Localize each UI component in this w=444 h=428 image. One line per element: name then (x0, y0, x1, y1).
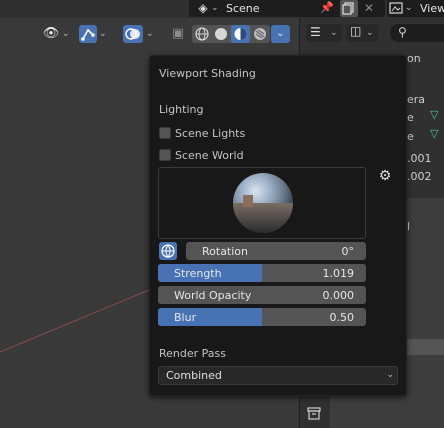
solid-sphere (215, 28, 227, 40)
camera-data-icon[interactable]: ▽ (430, 108, 438, 121)
chevron-down-icon: ⌄ (405, 3, 413, 13)
chevron-down-icon[interactable]: ⌄ (99, 27, 107, 41)
scene-icon[interactable]: ◈ (196, 1, 210, 15)
popover-title: Viewport Shading (159, 67, 256, 80)
world-opacity-label: World Opacity (174, 289, 252, 302)
eye-icon[interactable]: 👁 (42, 25, 60, 43)
rotation-label: Rotation (202, 245, 249, 258)
pin-icon[interactable]: 📌 (320, 1, 334, 15)
gizmo-icon (81, 28, 95, 41)
rendered-sphere (254, 28, 266, 40)
solid-shading-icon[interactable] (212, 25, 230, 43)
outliner-search-input[interactable]: ⚲ (390, 24, 444, 42)
overlays-icon (125, 28, 140, 40)
chevron-down-icon: ⌄ (330, 28, 338, 38)
lighting-heading: Lighting (159, 103, 204, 116)
material-sphere (234, 28, 247, 40)
scene-name-field[interactable]: Scene (226, 2, 260, 15)
view-layer-name[interactable]: View (420, 2, 444, 15)
filter-button[interactable]: ◫ ⌄ (346, 24, 378, 42)
gear-icon[interactable]: ⚙ (377, 168, 393, 184)
world-opacity-value: 0.000 (322, 289, 355, 302)
chevron-down-icon: ⌄ (366, 28, 374, 38)
material-preview-shading-icon[interactable] (231, 25, 250, 43)
new-scene-button[interactable] (340, 0, 358, 17)
archive-glyph (307, 407, 321, 420)
outliner-row-text[interactable]: e (407, 111, 414, 124)
wireframe-sphere (195, 27, 209, 41)
scene-lights-checkbox[interactable] (159, 127, 171, 139)
globe-icon (161, 244, 175, 258)
xray-toggle-icon[interactable]: ▣ (169, 25, 187, 43)
chevron-down-icon[interactable]: ⌄ (62, 27, 70, 41)
scene-world-checkbox[interactable] (159, 149, 171, 161)
outliner-row-text[interactable]: on (407, 52, 421, 65)
outliner-row-text[interactable]: e (407, 130, 414, 143)
chevron-down-icon[interactable]: ⌄ (211, 1, 219, 15)
hdri-horizon (233, 203, 293, 233)
copy-icon (342, 2, 354, 15)
render-pass-value: Combined (166, 369, 222, 382)
render-pass-label: Render Pass (159, 347, 226, 360)
blur-value: 0.50 (329, 311, 355, 324)
shading-popover-chevron-icon[interactable]: ⌄ (271, 25, 290, 43)
camera-data-icon[interactable]: ▽ (430, 127, 438, 140)
wireframe-shading-icon[interactable] (193, 25, 211, 43)
search-icon: ⚲ (398, 25, 407, 39)
scene-lights-label[interactable]: Scene Lights (175, 127, 245, 140)
chevron-down-icon: ⌄ (386, 370, 394, 380)
scene-world-label[interactable]: Scene World (175, 149, 244, 162)
outliner-row-text[interactable]: .001 (407, 152, 432, 165)
images-icon: ◫ (350, 24, 362, 38)
archive-icon[interactable] (305, 405, 323, 421)
hdri-preview-sphere[interactable] (233, 173, 293, 233)
strength-label: Strength (174, 267, 222, 280)
gizmo-toggle-button[interactable] (79, 25, 97, 43)
strength-value: 1.019 (322, 267, 355, 280)
outliner-row-text[interactable]: era (407, 93, 425, 106)
properties-partial-field[interactable] (407, 339, 444, 355)
blur-label: Blur (174, 311, 197, 324)
hdri-building (243, 195, 253, 207)
rotation-value: 0° (341, 245, 355, 258)
rendered-shading-icon[interactable] (251, 25, 269, 43)
list-icon: ☰ (310, 25, 321, 39)
world-space-lighting-toggle[interactable] (159, 242, 177, 260)
render-pass-dropdown[interactable]: Combined ⌄ (158, 366, 398, 385)
image-icon (389, 2, 403, 14)
properties-partial-text: l (407, 220, 411, 233)
overlays-toggle-button[interactable] (123, 25, 143, 43)
chevron-down-icon[interactable]: ⌄ (146, 27, 154, 41)
close-icon[interactable]: ✕ (362, 0, 376, 17)
display-mode-button[interactable]: ☰ ⌄ (306, 24, 342, 42)
